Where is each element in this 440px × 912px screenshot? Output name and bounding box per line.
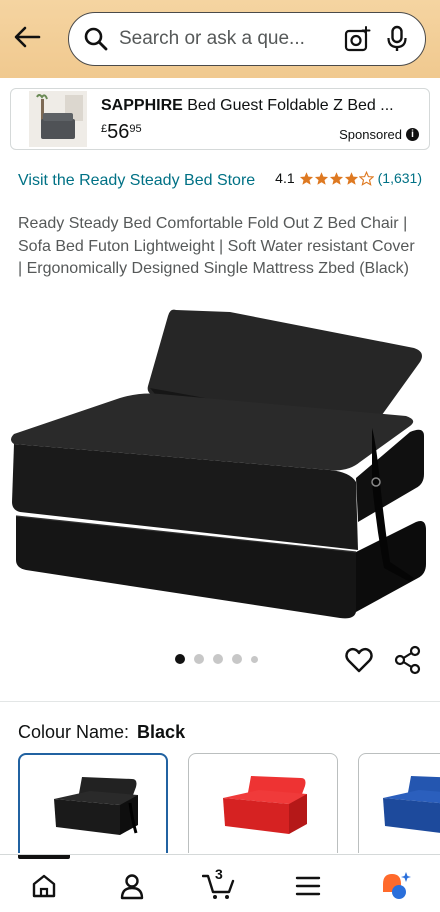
- colour-name-label: Colour Name: Black: [18, 722, 185, 743]
- star-icon: [329, 171, 343, 185]
- nav-account[interactable]: [115, 869, 149, 903]
- top-bar: Search or ask a que...: [0, 0, 440, 78]
- ad-price-currency: £: [101, 123, 108, 135]
- arrow-left-icon: [14, 26, 41, 48]
- colour-label-text: Colour Name:: [18, 722, 130, 742]
- mic-icon[interactable]: [385, 25, 409, 53]
- ad-price: £5695: [101, 121, 142, 144]
- sponsored-label[interactable]: Sponsored i: [339, 127, 419, 142]
- star-icon: [299, 171, 313, 185]
- star-outline-icon: [358, 170, 374, 186]
- section-divider: [0, 701, 440, 702]
- account-icon: [120, 874, 144, 900]
- rating-value: 4.1: [275, 170, 295, 186]
- search-box[interactable]: Search or ask a que...: [68, 12, 426, 66]
- star-icon: [314, 171, 328, 185]
- menu-icon: [295, 876, 321, 896]
- rating[interactable]: 4.1 (1,631): [275, 170, 422, 186]
- bottom-nav: 3: [0, 854, 440, 912]
- search-input[interactable]: Search or ask a que...: [119, 28, 343, 50]
- ad-thumbnail: [29, 91, 87, 147]
- ad-title-text: Bed Guest Foldable Z Bed ...: [182, 97, 394, 114]
- rating-count[interactable]: (1,631): [378, 170, 422, 186]
- carousel-dot[interactable]: [213, 654, 223, 664]
- swatch-black[interactable]: [18, 753, 168, 853]
- carousel-dot[interactable]: [194, 654, 204, 664]
- colour-selected-value: Black: [137, 722, 186, 742]
- sponsored-ad[interactable]: SAPPHIRE Bed Guest Foldable Z Bed ... £5…: [10, 88, 430, 150]
- home-icon: [32, 874, 56, 898]
- store-link[interactable]: Visit the Ready Steady Bed Store: [18, 170, 258, 192]
- rufus-icon: [383, 872, 411, 899]
- cart-count: 3: [215, 866, 223, 882]
- ad-title: SAPPHIRE Bed Guest Foldable Z Bed ...: [101, 97, 421, 115]
- nav-cart[interactable]: 3: [202, 866, 236, 903]
- star-icon: [344, 171, 358, 185]
- nav-rufus[interactable]: [379, 869, 413, 903]
- ad-brand: SAPPHIRE: [101, 97, 183, 114]
- rating-stars: [299, 170, 374, 186]
- info-icon: i: [406, 128, 419, 141]
- heart-icon[interactable]: [344, 645, 374, 675]
- product-image[interactable]: [0, 302, 440, 622]
- colour-swatches: [18, 753, 440, 853]
- carousel-dot[interactable]: [251, 655, 258, 663]
- back-button[interactable]: [12, 22, 42, 52]
- carousel-dot[interactable]: [232, 654, 242, 664]
- ad-price-whole: 56: [107, 121, 130, 143]
- swatch-blue[interactable]: [358, 753, 440, 853]
- carousel-dot[interactable]: [175, 654, 185, 664]
- sponsored-text: Sponsored: [339, 127, 402, 142]
- camera-icon[interactable]: [343, 25, 371, 53]
- swatch-red[interactable]: [188, 753, 338, 853]
- share-icon[interactable]: [394, 645, 422, 675]
- image-carousel-dots: [175, 654, 258, 664]
- nav-menu[interactable]: [291, 869, 325, 903]
- product-title: Ready Steady Bed Comfortable Fold Out Z …: [18, 215, 415, 277]
- nav-active-indicator: [18, 855, 70, 859]
- search-icon: [84, 27, 108, 51]
- nav-home[interactable]: [27, 869, 61, 903]
- ad-price-fraction: 95: [129, 123, 142, 135]
